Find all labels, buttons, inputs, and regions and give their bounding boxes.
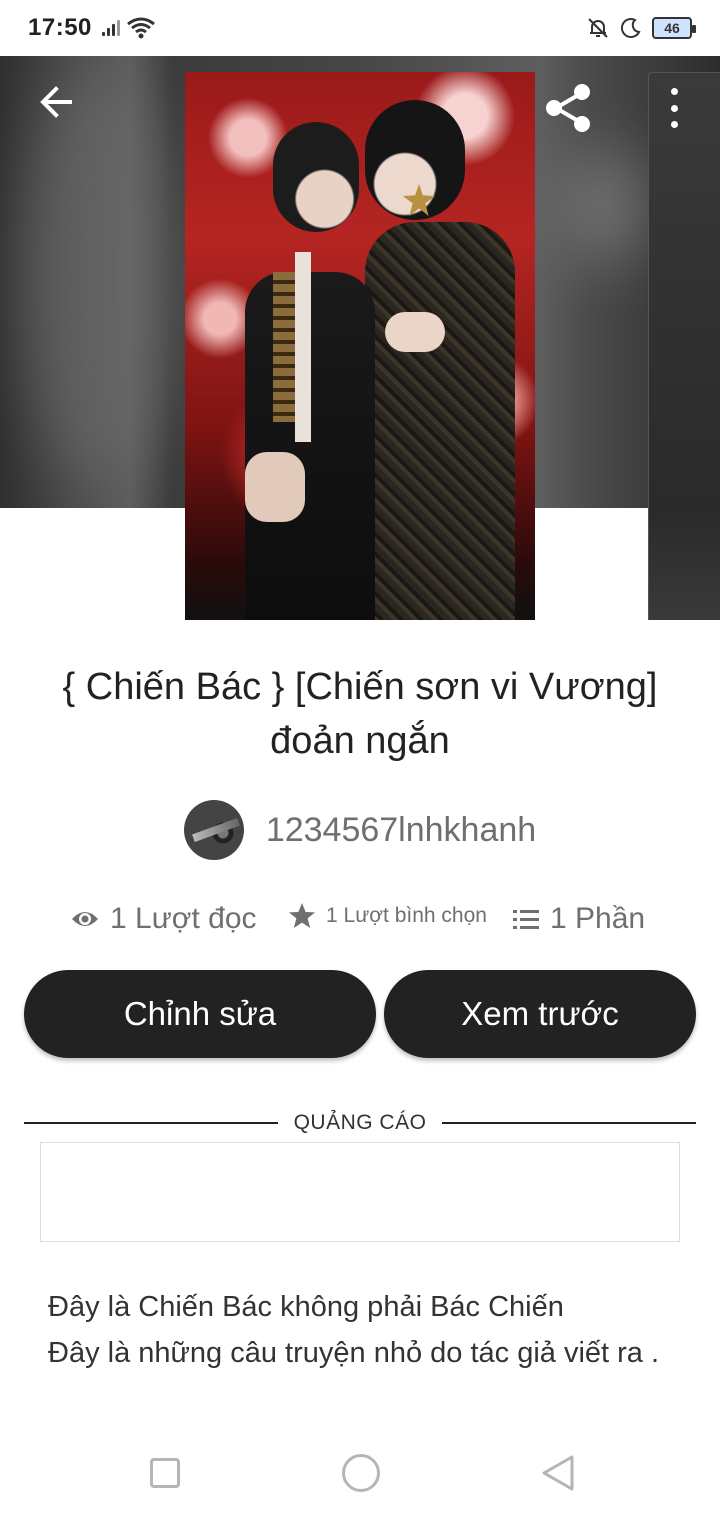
- list-icon: [513, 910, 539, 929]
- share-button[interactable]: [542, 82, 594, 134]
- description-line: Đây là Chiến Bác không phải Bác Chiến: [48, 1291, 564, 1323]
- author-row[interactable]: 1234567lnhkhanh: [0, 800, 720, 860]
- status-time: 17:50: [28, 14, 92, 41]
- parts-stat: 1 Phần: [512, 902, 645, 936]
- reads-stat: 1 Lượt đọc: [70, 902, 257, 936]
- ad-divider: QUẢNG CÁO: [24, 1108, 697, 1138]
- edit-button[interactable]: Chỉnh sửa: [24, 970, 376, 1058]
- divider-line: [24, 1122, 278, 1124]
- votes-count: 1 Lượt bình chọn: [326, 904, 487, 927]
- cover-detail: [245, 452, 305, 522]
- mute-bell-icon: [588, 18, 608, 38]
- wifi-icon: [126, 17, 155, 39]
- preview-button[interactable]: Xem trước: [384, 970, 696, 1058]
- back-triangle-icon[interactable]: [540, 1454, 576, 1492]
- eye-icon: [72, 912, 98, 926]
- cover-figure: [365, 222, 515, 620]
- author-name[interactable]: 1234567lnhkhanh: [266, 811, 536, 850]
- description-line: Đây là những câu truyện nhỏ do tác giả v…: [48, 1337, 660, 1369]
- more-vertical-icon: [670, 88, 678, 95]
- cover-detail: [295, 252, 311, 442]
- home-button[interactable]: [342, 1454, 380, 1492]
- more-vertical-icon: [670, 104, 678, 112]
- battery-icon: 46: [652, 17, 696, 39]
- ad-label: QUẢNG CÁO: [293, 1111, 427, 1134]
- story-title: { Chiến Bác } [Chiến sơn vi Vương] đoản …: [62, 666, 658, 762]
- next-cover-peek[interactable]: [648, 72, 720, 620]
- author-avatar[interactable]: [183, 800, 244, 860]
- divider-line: [442, 1122, 697, 1124]
- share-icon: [546, 84, 590, 132]
- parts-count: 1 Phần: [550, 902, 646, 935]
- back-button[interactable]: [34, 80, 78, 124]
- recents-button[interactable]: [150, 1458, 180, 1488]
- status-left-icons: [101, 17, 156, 39]
- battery-level: 46: [664, 20, 680, 36]
- arrow-left-icon: [40, 86, 72, 118]
- banner-blur: [20, 66, 180, 486]
- system-nav-bar: [0, 1430, 720, 1520]
- reads-count: 1 Lượt đọc: [110, 902, 257, 935]
- votes-stat: 1 Lượt bình chọn: [288, 902, 487, 930]
- ad-container[interactable]: [40, 1142, 680, 1242]
- more-vertical-icon: [670, 121, 678, 128]
- cover-detail: [273, 272, 295, 422]
- story-cover-image: [185, 72, 535, 620]
- cover-detail: [385, 312, 445, 352]
- story-description: Đây là Chiến Bác không phải Bác Chiến Đâ…: [48, 1284, 678, 1376]
- more-options-button[interactable]: [664, 88, 684, 128]
- signal-icon: [101, 20, 120, 36]
- status-bar: 17:50 46: [0, 0, 720, 56]
- moon-icon: [620, 18, 641, 39]
- banner-blur: [560, 146, 650, 266]
- star-icon: [289, 903, 315, 928]
- cover-figure: [273, 122, 359, 232]
- status-right-icons: 46: [586, 16, 696, 40]
